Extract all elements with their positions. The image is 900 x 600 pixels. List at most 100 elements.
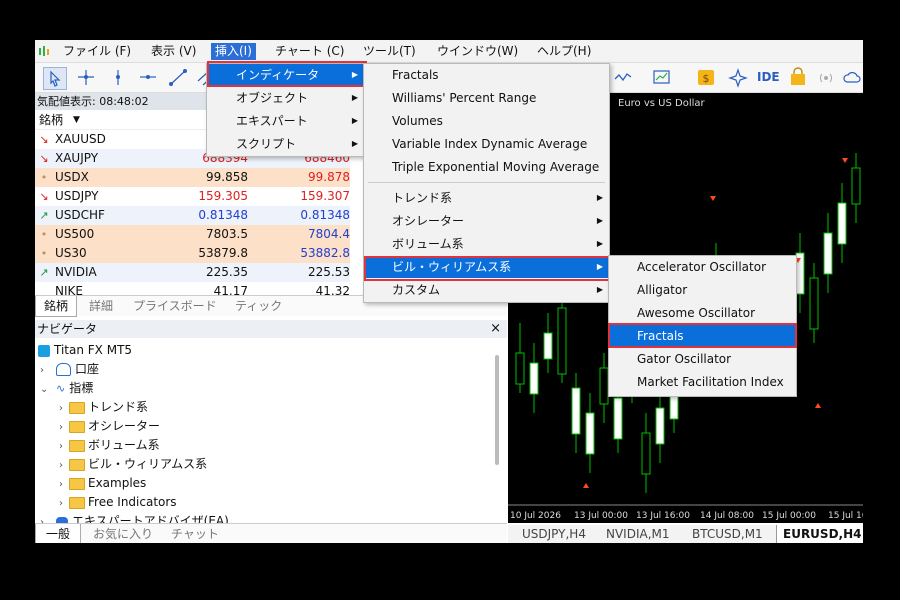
cursor-icon[interactable] [43, 67, 67, 90]
chevron-right-icon[interactable]: › [59, 418, 69, 437]
chevron-right-icon[interactable]: › [59, 437, 69, 456]
indicator-group-item[interactable]: ボリューム系 ▶ [364, 233, 609, 255]
bill-williams-item[interactable]: Gator Oscillator [609, 348, 796, 370]
market-watch-row[interactable]: ↗ USDCHF 0.81348 0.81348 [35, 206, 350, 225]
mt5-logo-icon [39, 46, 49, 56]
menubar: ファイル (F) 表示 (V) 挿入(I) チャート (C) ツール(T) ウイ… [35, 40, 863, 63]
menu-window[interactable]: ウインドウ(W) [433, 43, 522, 60]
bill-williams-item[interactable]: Accelerator Oscillator [609, 256, 796, 278]
radio-icon[interactable] [815, 67, 837, 88]
close-icon[interactable]: × [490, 320, 501, 338]
time-label: 15 Jul 16 [828, 511, 863, 521]
chart-tab-usdjpy[interactable]: USDJPY,H4 [522, 525, 586, 543]
trendline-icon[interactable] [167, 67, 189, 88]
indicator-group-label: トレンド系 [392, 191, 453, 205]
bill-williams-item[interactable]: Awesome Oscillator [609, 302, 796, 324]
menu-chart[interactable]: チャート (C) [271, 43, 348, 60]
submenu-arrow-icon: ▶ [596, 239, 603, 248]
vertical-line-icon[interactable] [107, 67, 129, 88]
indicator-folder[interactable]: › Free Indicators [59, 493, 177, 512]
insert-menu-experts[interactable]: エキスパート ▶ [207, 110, 364, 132]
indicator-menu-item[interactable]: Fractals [364, 64, 609, 86]
tab-ticks[interactable]: ティック [235, 296, 282, 316]
symbol-name: USDX [55, 170, 89, 184]
ask-price: 225.53 [308, 265, 350, 279]
sparkle-icon[interactable] [727, 67, 749, 88]
folder-label: ビル・ウィリアムス系 [88, 457, 208, 471]
chevron-right-icon[interactable]: › [59, 456, 69, 475]
market-watch-row[interactable]: • USDX 99.858 99.878 [35, 168, 350, 187]
insert-menu-objects[interactable]: オブジェクト ▶ [207, 87, 364, 109]
navigator-scrollbar[interactable] [495, 355, 499, 465]
indicator-folder[interactable]: › オシレーター [59, 417, 160, 436]
cloud-icon[interactable] [841, 67, 863, 88]
market-icon[interactable] [787, 67, 809, 88]
candle-body [529, 362, 539, 395]
ask-price: 7804.4 [308, 227, 350, 241]
crosshair-icon[interactable] [75, 67, 97, 88]
sort-down-icon[interactable]: ▼ [73, 111, 80, 129]
navigator-accounts[interactable]: › 口座 [40, 360, 99, 379]
chart-tab-btcusd[interactable]: BTCUSD,M1 [692, 525, 763, 543]
indicator-menu-item[interactable]: Variable Index Dynamic Average [364, 133, 609, 155]
chevron-right-icon[interactable]: › [59, 399, 69, 418]
bill-williams-item[interactable]: Market Facilitation Index [609, 371, 796, 393]
indicator-menu-item[interactable]: Williams' Percent Range [364, 87, 609, 109]
indicator-group-label: カスタム [392, 283, 441, 297]
tab-chat[interactable]: チャット [171, 524, 219, 543]
tab-general[interactable]: 一般 [35, 524, 82, 543]
indicator-menu-item[interactable]: Triple Exponential Moving Average [364, 156, 609, 178]
navigator-root[interactable]: Titan FX MT5 [38, 341, 132, 360]
insert-menu-scripts[interactable]: スクリプト ▶ [207, 133, 364, 155]
tab-symbols[interactable]: 銘柄 [35, 296, 78, 317]
chart-properties-icon[interactable] [651, 67, 673, 88]
symbol-name: XAUJPY [55, 151, 99, 165]
column-symbol[interactable]: 銘柄 [39, 111, 63, 129]
tab-price-board[interactable]: プライスボード [133, 296, 217, 316]
indicator-icon[interactable] [613, 67, 635, 88]
indicator-menu-item[interactable]: Volumes [364, 110, 609, 132]
menu-tools[interactable]: ツール(T) [359, 43, 420, 60]
indicator-folder[interactable]: › トレンド系 [59, 398, 148, 417]
indicator-folder[interactable]: › ボリューム系 [59, 436, 160, 455]
menu-help[interactable]: ヘルプ(H) [533, 43, 595, 60]
time-label: 14 Jul 08:00 [700, 511, 754, 521]
market-watch-row[interactable]: • US30 53879.8 53882.8 [35, 244, 350, 263]
time-label: 13 Jul 16:00 [636, 511, 690, 521]
folder-icon [69, 496, 85, 509]
horizontal-line-icon[interactable] [137, 67, 159, 88]
submenu-arrow-icon: ▶ [596, 216, 603, 225]
candle-body [543, 332, 553, 360]
market-watch-row[interactable]: ↘ USDJPY 159.305 159.307 [35, 187, 350, 206]
menu-view[interactable]: 表示 (V) [147, 43, 200, 60]
highlight-box-bill-williams [364, 256, 610, 281]
indicator-group-item[interactable]: カスタム ▶ [364, 279, 609, 301]
menu-insert[interactable]: 挿入(I) [211, 43, 256, 60]
indicator-group-item[interactable]: オシレーター ▶ [364, 210, 609, 232]
indicator-folder[interactable]: › ビル・ウィリアムス系 [59, 455, 207, 474]
submenu-arrow-icon: ▶ [596, 285, 603, 294]
candle-body [851, 167, 861, 205]
market-watch-row[interactable]: • US500 7803.5 7804.4 [35, 225, 350, 244]
tab-details[interactable]: 詳細 [89, 296, 113, 316]
indicator-folder[interactable]: › Examples [59, 474, 146, 493]
indicator-group-item[interactable]: トレンド系 ▶ [364, 187, 609, 209]
market-watch-row[interactable]: ↗ NVIDIA 225.35 225.53 [35, 263, 350, 282]
arrow-up-icon: ↗ [39, 266, 49, 279]
chevron-down-icon[interactable]: ⌄ [40, 380, 50, 399]
chart-tab-nvidia[interactable]: NVIDIA,M1 [606, 525, 670, 543]
chevron-right-icon[interactable]: › [59, 475, 69, 494]
chevron-right-icon[interactable]: › [59, 494, 69, 513]
chart-tab-eurusd[interactable]: EURUSD,H4 [776, 525, 863, 543]
indicator-group-label: オシレーター [392, 214, 465, 228]
ide-button[interactable]: IDE [757, 67, 780, 88]
tab-favorites[interactable]: お気に入り [93, 524, 153, 543]
menu-file[interactable]: ファイル (F) [59, 43, 135, 60]
bill-williams-item[interactable]: Alligator [609, 279, 796, 301]
candle-body [655, 407, 665, 445]
chart-tabs: USDJPY,H4 NVIDIA,M1 BTCUSD,M1 EURUSD,H4 [508, 525, 863, 543]
candle-body [823, 232, 833, 275]
navigator-indicators[interactable]: ⌄ ∿ 指標 [40, 379, 93, 398]
signals-icon[interactable]: $ [695, 67, 717, 88]
chevron-right-icon[interactable]: › [40, 361, 50, 380]
